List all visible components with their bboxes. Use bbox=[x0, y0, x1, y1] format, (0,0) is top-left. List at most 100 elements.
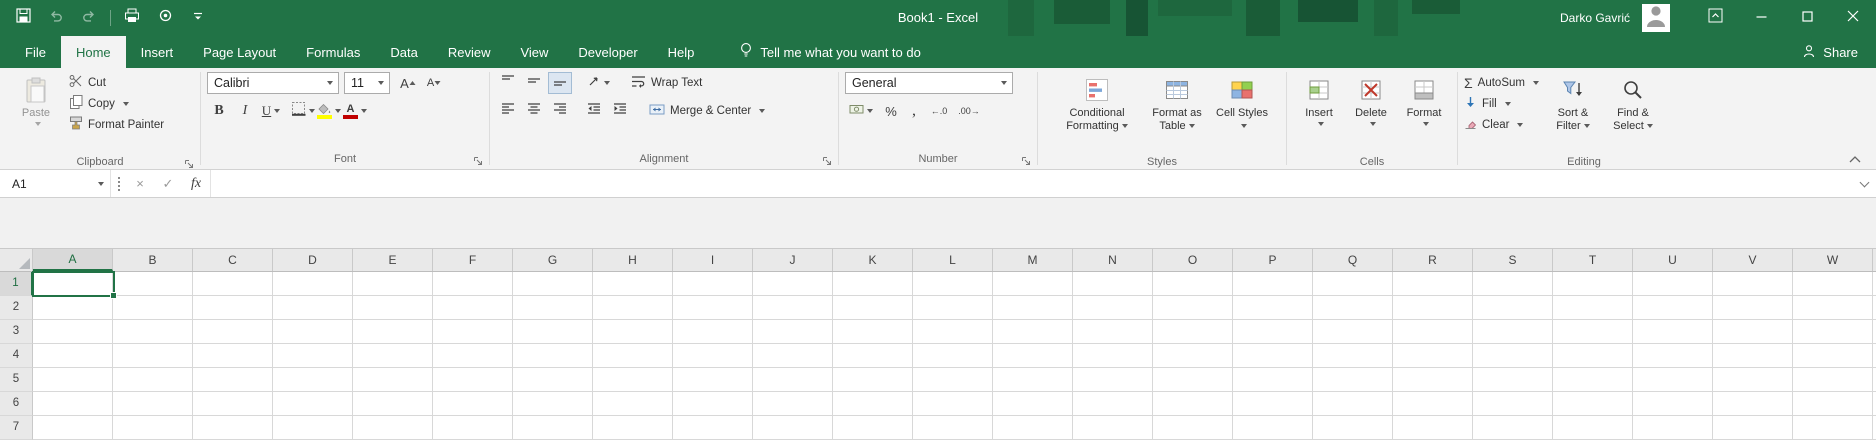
accounting-format-button[interactable] bbox=[845, 100, 877, 122]
number-dialog-launcher[interactable] bbox=[1019, 154, 1032, 167]
font-dialog-launcher[interactable] bbox=[471, 154, 484, 167]
close-button[interactable] bbox=[1830, 0, 1876, 36]
column-header-J[interactable]: J bbox=[753, 249, 833, 271]
row-1-cells[interactable] bbox=[33, 272, 1876, 296]
column-header-E[interactable]: E bbox=[353, 249, 433, 271]
column-header-F[interactable]: F bbox=[433, 249, 513, 271]
font-color-button[interactable]: A bbox=[343, 100, 367, 122]
align-middle-button[interactable] bbox=[522, 72, 546, 94]
column-header-A[interactable]: A bbox=[33, 249, 113, 271]
align-right-button[interactable] bbox=[548, 100, 572, 122]
increase-font-size-button[interactable]: A bbox=[396, 72, 420, 94]
share-button[interactable]: Share bbox=[1803, 36, 1876, 68]
row-header-1[interactable]: 1 bbox=[0, 272, 33, 296]
align-top-button[interactable] bbox=[496, 72, 520, 94]
delete-cells-button[interactable]: Delete bbox=[1347, 72, 1395, 154]
clipboard-dialog-launcher[interactable] bbox=[182, 157, 195, 170]
row-header-2[interactable]: 2 bbox=[0, 296, 33, 320]
formula-input[interactable] bbox=[210, 170, 1852, 197]
decrease-decimal-button[interactable]: .00→ bbox=[955, 100, 983, 122]
save-button[interactable] bbox=[8, 3, 38, 33]
tab-formulas[interactable]: Formulas bbox=[291, 36, 375, 68]
comma-style-button[interactable]: , bbox=[905, 100, 923, 122]
tab-review[interactable]: Review bbox=[433, 36, 506, 68]
select-all-corner[interactable] bbox=[0, 249, 33, 271]
column-header-O[interactable]: O bbox=[1153, 249, 1233, 271]
column-header-Q[interactable]: Q bbox=[1313, 249, 1393, 271]
column-header-M[interactable]: M bbox=[993, 249, 1073, 271]
column-header-V[interactable]: V bbox=[1713, 249, 1793, 271]
row-4-cells[interactable] bbox=[33, 344, 1876, 368]
enter-button[interactable]: ✓ bbox=[154, 170, 182, 197]
insert-cells-button[interactable]: Insert bbox=[1295, 72, 1343, 154]
tab-view[interactable]: View bbox=[505, 36, 563, 68]
minimize-button[interactable] bbox=[1738, 0, 1784, 36]
row-6-cells[interactable] bbox=[33, 392, 1876, 416]
insert-function-button[interactable]: fx bbox=[182, 170, 210, 197]
tab-page-layout[interactable]: Page Layout bbox=[188, 36, 291, 68]
column-header-L[interactable]: L bbox=[913, 249, 993, 271]
merge-and-center-button[interactable]: Merge & Center bbox=[646, 101, 768, 122]
column-header-P[interactable]: P bbox=[1233, 249, 1313, 271]
column-header-U[interactable]: U bbox=[1633, 249, 1713, 271]
column-header-N[interactable]: N bbox=[1073, 249, 1153, 271]
column-header-C[interactable]: C bbox=[193, 249, 273, 271]
format-painter-button[interactable]: Format Painter bbox=[66, 114, 167, 135]
row-3-cells[interactable] bbox=[33, 320, 1876, 344]
increase-indent-button[interactable] bbox=[608, 100, 632, 122]
percent-style-button[interactable]: % bbox=[879, 100, 903, 122]
collapse-ribbon-button[interactable] bbox=[1846, 152, 1864, 166]
formula-bar-splitter[interactable] bbox=[110, 170, 126, 197]
fill-handle[interactable] bbox=[110, 292, 117, 299]
ribbon-display-options-button[interactable] bbox=[1692, 0, 1738, 36]
align-center-button[interactable] bbox=[522, 100, 546, 122]
column-header-K[interactable]: K bbox=[833, 249, 913, 271]
underline-button[interactable]: U bbox=[259, 100, 283, 122]
wrap-text-button[interactable]: Wrap Text bbox=[628, 73, 705, 94]
font-family-combo[interactable]: Calibri bbox=[207, 72, 339, 94]
expand-formula-bar-button[interactable] bbox=[1852, 170, 1876, 197]
column-header-G[interactable]: G bbox=[513, 249, 593, 271]
tell-me-search[interactable]: Tell me what you want to do bbox=[739, 36, 920, 68]
conditional-formatting-button[interactable]: Conditional Formatting bbox=[1056, 72, 1138, 154]
align-left-button[interactable] bbox=[496, 100, 520, 122]
cancel-button[interactable]: × bbox=[126, 170, 154, 197]
row-header-6[interactable]: 6 bbox=[0, 392, 33, 416]
touch-mouse-mode-button[interactable] bbox=[150, 3, 180, 33]
tab-home[interactable]: Home bbox=[61, 36, 126, 68]
autosum-button[interactable]: Σ AutoSum bbox=[1464, 72, 1539, 93]
alignment-dialog-launcher[interactable] bbox=[820, 154, 833, 167]
fill-color-button[interactable] bbox=[317, 100, 341, 122]
row-header-3[interactable]: 3 bbox=[0, 320, 33, 344]
increase-decimal-button[interactable]: ←.0 bbox=[925, 100, 953, 122]
paste-button[interactable]: Paste bbox=[10, 72, 62, 154]
clear-button[interactable]: Clear bbox=[1464, 114, 1539, 135]
quick-print-button[interactable] bbox=[117, 3, 147, 33]
row-header-5[interactable]: 5 bbox=[0, 368, 33, 392]
column-header-T[interactable]: T bbox=[1553, 249, 1633, 271]
italic-button[interactable]: I bbox=[233, 100, 257, 122]
row-header-4[interactable]: 4 bbox=[0, 344, 33, 368]
column-header-W[interactable]: W bbox=[1793, 249, 1873, 271]
format-as-table-button[interactable]: Format as Table bbox=[1142, 72, 1212, 154]
decrease-font-size-button[interactable]: A bbox=[422, 72, 446, 94]
row-5-cells[interactable] bbox=[33, 368, 1876, 392]
row-7-cells[interactable] bbox=[33, 416, 1876, 440]
font-size-combo[interactable]: 11 bbox=[344, 72, 390, 94]
column-header-B[interactable]: B bbox=[113, 249, 193, 271]
decrease-indent-button[interactable] bbox=[582, 100, 606, 122]
sort-filter-button[interactable]: Sort & Filter bbox=[1547, 72, 1599, 154]
bold-button[interactable]: B bbox=[207, 100, 231, 122]
redo-button[interactable] bbox=[74, 3, 104, 33]
undo-button[interactable] bbox=[41, 3, 71, 33]
orientation-button[interactable] bbox=[582, 72, 614, 94]
cell-styles-button[interactable]: Cell Styles bbox=[1216, 72, 1268, 154]
maximize-button[interactable] bbox=[1784, 0, 1830, 36]
borders-button[interactable] bbox=[291, 100, 315, 122]
name-box[interactable]: A1 bbox=[0, 170, 110, 197]
row-header-7[interactable]: 7 bbox=[0, 416, 33, 440]
align-bottom-button[interactable] bbox=[548, 72, 572, 94]
user-avatar[interactable] bbox=[1642, 4, 1670, 32]
tab-help[interactable]: Help bbox=[653, 36, 710, 68]
tab-file[interactable]: File bbox=[10, 36, 61, 68]
